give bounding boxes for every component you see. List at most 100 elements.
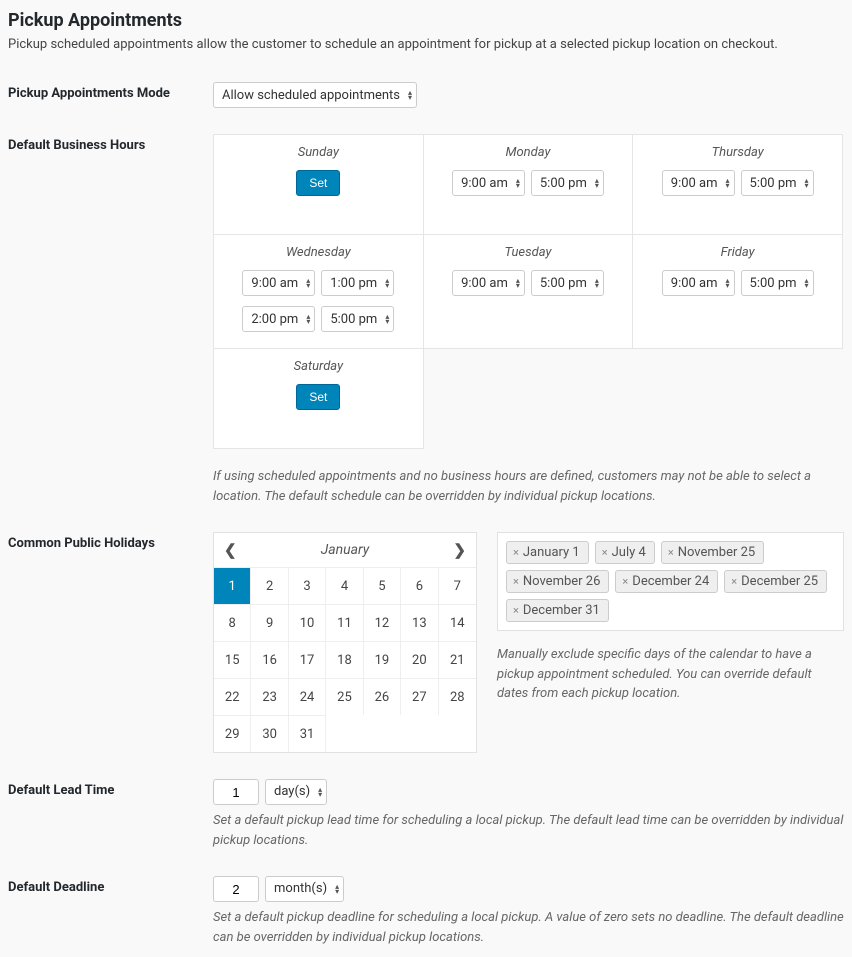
- time-select-value: 5:00 pm: [540, 176, 587, 191]
- calendar-prev-button[interactable]: ❮: [224, 541, 237, 559]
- hours-label: Default Business Hours: [8, 134, 213, 153]
- time-select-value: 9:00 am: [671, 276, 718, 291]
- holiday-tag-label: December 31: [523, 603, 600, 618]
- calendar-day[interactable]: 31: [289, 715, 326, 752]
- deadline-unit-select[interactable]: month(s) ▴▾: [265, 876, 344, 902]
- calendar-day[interactable]: 19: [364, 641, 401, 678]
- deadline-value-input[interactable]: [213, 876, 259, 902]
- day-name: Monday: [505, 145, 550, 160]
- holiday-tag-label: January 1: [523, 545, 580, 560]
- day-name: Sunday: [298, 145, 339, 160]
- calendar-day[interactable]: 3: [289, 567, 326, 604]
- time-select[interactable]: 9:00 am▴▾: [662, 270, 735, 296]
- page-description: Pickup scheduled appointments allow the …: [8, 37, 844, 52]
- time-select[interactable]: 9:00 am▴▾: [452, 170, 525, 196]
- time-select[interactable]: 9:00 am▴▾: [662, 170, 735, 196]
- time-select[interactable]: 5:00 pm▴▾: [741, 270, 814, 296]
- calendar-day[interactable]: 4: [326, 567, 363, 604]
- calendar-day[interactable]: 21: [439, 641, 476, 678]
- chevron-updown-icon: ▴▾: [516, 278, 520, 288]
- time-select[interactable]: 9:00 am▴▾: [242, 270, 315, 296]
- remove-icon[interactable]: ×: [513, 604, 519, 617]
- time-select[interactable]: 5:00 pm▴▾: [531, 270, 604, 296]
- calendar-day[interactable]: 26: [364, 678, 401, 715]
- remove-icon[interactable]: ×: [602, 546, 608, 559]
- hours-hint: If using scheduled appointments and no b…: [213, 467, 843, 506]
- holiday-tag: × January 1: [506, 541, 589, 564]
- chevron-updown-icon: ▴▾: [805, 178, 809, 188]
- calendar-day[interactable]: 6: [401, 567, 438, 604]
- calendar-day[interactable]: 12: [364, 604, 401, 641]
- calendar-day[interactable]: 8: [214, 604, 251, 641]
- chevron-updown-icon: ▴▾: [385, 314, 389, 324]
- calendar-day[interactable]: 9: [251, 604, 288, 641]
- holiday-tag: × December 31: [506, 599, 609, 622]
- chevron-updown-icon: ▴▾: [516, 178, 520, 188]
- calendar-day[interactable]: 30: [251, 715, 288, 752]
- remove-icon[interactable]: ×: [731, 575, 737, 588]
- calendar-month: January: [321, 542, 369, 558]
- remove-icon[interactable]: ×: [622, 575, 628, 588]
- holiday-tag-label: November 26: [523, 574, 601, 589]
- calendar-day[interactable]: 14: [439, 604, 476, 641]
- mode-select[interactable]: Allow scheduled appointments ▴▾: [213, 82, 417, 108]
- mode-label: Pickup Appointments Mode: [8, 82, 213, 101]
- calendar-day[interactable]: 20: [401, 641, 438, 678]
- calendar-day[interactable]: 15: [214, 641, 251, 678]
- lead-unit-select[interactable]: day(s) ▴▾: [265, 779, 327, 805]
- time-select-value: 9:00 am: [251, 276, 298, 291]
- time-select-value: 5:00 pm: [540, 276, 587, 291]
- chevron-updown-icon: ▴▾: [318, 787, 322, 797]
- time-select[interactable]: 5:00 pm▴▾: [321, 306, 394, 332]
- chevron-updown-icon: ▴▾: [726, 178, 730, 188]
- calendar-day[interactable]: 16: [251, 641, 288, 678]
- time-range: 2:00 pm▴▾5:00 pm▴▾: [242, 306, 394, 332]
- holiday-tag-label: December 24: [632, 574, 709, 589]
- lead-value-input[interactable]: [213, 779, 259, 805]
- time-select[interactable]: 2:00 pm▴▾: [242, 306, 315, 332]
- calendar-day[interactable]: 13: [401, 604, 438, 641]
- chevron-updown-icon: ▴▾: [335, 884, 339, 894]
- set-hours-button[interactable]: Set: [296, 170, 340, 196]
- calendar-day[interactable]: 5: [364, 567, 401, 604]
- calendar-day[interactable]: 22: [214, 678, 251, 715]
- remove-icon[interactable]: ×: [668, 546, 674, 559]
- calendar-day[interactable]: 23: [251, 678, 288, 715]
- calendar-day[interactable]: 24: [289, 678, 326, 715]
- calendar-grid: 1234567891011121314151617181920212223242…: [214, 567, 476, 752]
- calendar-day[interactable]: 28: [439, 678, 476, 715]
- day-name: Tuesday: [505, 245, 552, 260]
- day-cell: Sunday Set: [214, 135, 424, 235]
- time-select[interactable]: 9:00 am▴▾: [452, 270, 525, 296]
- deadline-unit-value: month(s): [274, 879, 327, 900]
- calendar-day[interactable]: 27: [401, 678, 438, 715]
- chevron-updown-icon: ▴▾: [306, 314, 310, 324]
- time-range: 9:00 am▴▾ 5:00 pm ▴▾: [452, 170, 604, 196]
- calendar-day[interactable]: 10: [289, 604, 326, 641]
- page-title: Pickup Appointments: [8, 10, 844, 31]
- set-hours-button[interactable]: Set: [296, 384, 340, 410]
- calendar-next-button[interactable]: ❯: [453, 541, 466, 559]
- calendar-day[interactable]: 17: [289, 641, 326, 678]
- time-select[interactable]: 1:00 pm ▴▾: [321, 270, 394, 296]
- calendar-day[interactable]: 25: [326, 678, 363, 715]
- calendar-day[interactable]: 11: [326, 604, 363, 641]
- calendar-day[interactable]: 2: [251, 567, 288, 604]
- calendar-day[interactable]: 18: [326, 641, 363, 678]
- mode-row: Pickup Appointments Mode Allow scheduled…: [8, 82, 844, 108]
- chevron-updown-icon: ▴▾: [595, 178, 599, 188]
- calendar-day[interactable]: 7: [439, 567, 476, 604]
- hours-grid: SundaySetMonday9:00 am▴▾5:00 pm▴▾Thursda…: [213, 134, 843, 449]
- time-select[interactable]: 5:00 pm ▴▾: [531, 170, 604, 196]
- time-select[interactable]: 5:00 pm▴▾: [741, 170, 814, 196]
- time-select-value: 1:00 pm: [330, 276, 377, 291]
- chevron-updown-icon: ▴▾: [385, 278, 389, 288]
- holiday-tags[interactable]: ×January 1×July 4×November 25×November 2…: [497, 532, 844, 631]
- calendar-day[interactable]: 29: [214, 715, 251, 752]
- calendar-day[interactable]: 1: [214, 567, 251, 604]
- remove-icon[interactable]: ×: [513, 575, 519, 588]
- remove-icon[interactable]: ×: [513, 546, 519, 559]
- holiday-tag-label: November 25: [678, 545, 756, 560]
- day-name: Thursday: [712, 145, 764, 160]
- day-name: Saturday: [294, 359, 343, 374]
